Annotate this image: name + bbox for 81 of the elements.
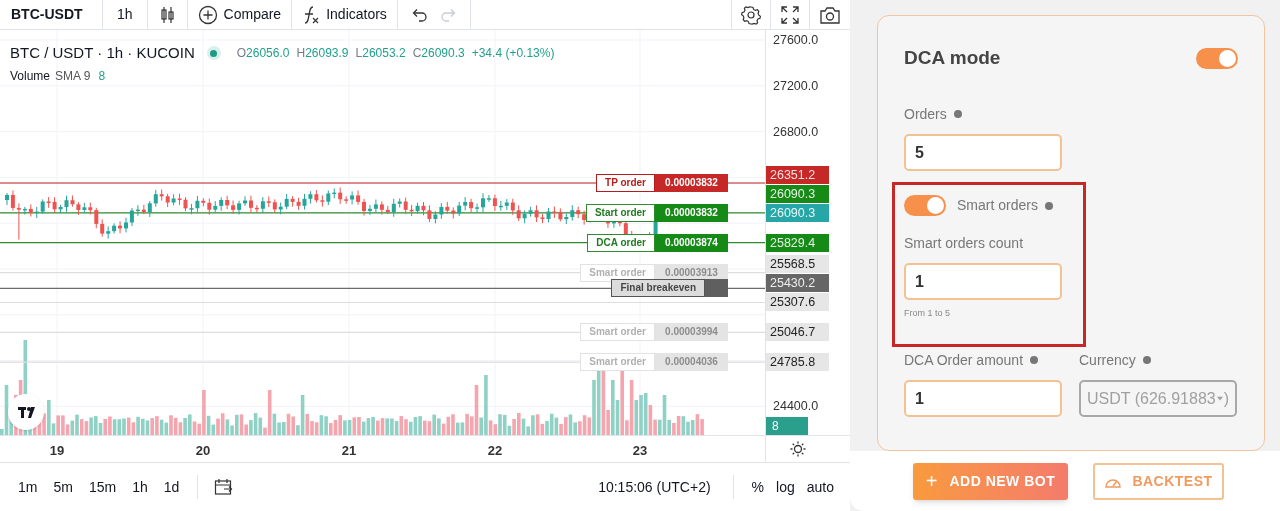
volume-tag: 8	[766, 417, 808, 435]
order-price-tag: 26090.3	[766, 184, 829, 203]
price-tick: 27200.0	[773, 77, 819, 94]
ohlc-value: O26056.0	[236, 45, 290, 63]
indicator-name: Volume	[10, 68, 51, 85]
scale-option-button[interactable]: %	[745, 472, 771, 502]
price-tick: 24400.0	[773, 398, 819, 415]
indicator-params: SMA 9	[55, 68, 91, 85]
order-label: Smart order	[580, 353, 655, 372]
order-price-tag: 25307.6	[766, 293, 829, 312]
time-label: 23	[632, 442, 648, 460]
input-field[interactable]: 1	[904, 263, 1062, 300]
scale-option-button[interactable]: auto	[800, 472, 840, 502]
chart-title: BTC / USDT · 1h · KUCOIN	[10, 43, 195, 63]
field-label: Smart orders count	[904, 233, 1024, 253]
candles-icon	[159, 4, 175, 25]
interval-button[interactable]: 1d	[155, 472, 188, 502]
compare-button[interactable]: Compare	[187, 0, 292, 30]
time-label: 21	[341, 442, 357, 460]
order-price-tag: 25568.5	[766, 255, 829, 274]
settings-icon[interactable]	[741, 4, 761, 25]
plus-circle-icon	[197, 4, 218, 25]
order-price-tag: 25046.7	[766, 323, 829, 342]
price-change: +34.4 (+0.13%)	[471, 45, 555, 63]
go-to-date-icon[interactable]	[214, 478, 235, 496]
order-price-tag: 26351.2	[766, 165, 829, 184]
ohlc-value: H26093.9	[296, 45, 349, 63]
order-amount: 0.00003832	[655, 203, 728, 222]
brightness-icon[interactable]	[790, 441, 806, 457]
breakeven-label: Final breakeven	[611, 279, 705, 298]
toggle-switch[interactable]	[904, 195, 946, 216]
order-price-tag: 24785.8	[766, 353, 829, 372]
interval-button[interactable]: 1m	[10, 472, 46, 502]
symbol-button[interactable]: BTC-USDT	[0, 0, 102, 30]
camera-icon[interactable]	[819, 4, 841, 25]
market-status-icon	[206, 46, 221, 61]
time-label: 20	[195, 442, 211, 460]
interval-button[interactable]: 1h	[103, 0, 147, 30]
input-field[interactable]: 1	[904, 380, 1062, 417]
section-title: DCA mode	[904, 45, 1001, 70]
dropdown-caret-icon	[1216, 396, 1223, 401]
time-label: 19	[49, 442, 65, 460]
price-tick: 26800.0	[773, 123, 819, 140]
logo-icon	[16, 405, 36, 419]
order-amount: 0.00003874	[655, 233, 728, 252]
scale-option-button[interactable]: log	[770, 472, 801, 502]
hint-text: From 1 to 5	[904, 307, 951, 320]
order-label: Smart order	[580, 263, 655, 282]
time-label: 22	[487, 442, 503, 460]
function-icon	[302, 4, 321, 25]
input-field[interactable]: 5	[904, 134, 1062, 171]
ohlc-value: L26053.2	[355, 45, 406, 63]
fullscreen-icon[interactable]	[780, 4, 800, 25]
info-icon[interactable]	[953, 110, 962, 118]
clock-text: 10:15:06 (UTC+2)	[598, 477, 711, 497]
ohlc-value: C26090.3	[412, 45, 465, 63]
order-price-tag: 25829.4	[766, 233, 829, 252]
indicator-value: 8	[98, 68, 106, 85]
order-amount: 0.00003994	[655, 323, 728, 342]
order-label: Smart order	[580, 323, 655, 342]
interval-button[interactable]: 15m	[80, 472, 125, 502]
info-icon[interactable]	[1142, 356, 1151, 364]
order-label: Start order	[585, 203, 655, 222]
indicators-button[interactable]: Indicators	[292, 0, 397, 30]
last-price-tag: 26090.3	[766, 203, 829, 222]
toggle-switch[interactable]	[1196, 47, 1238, 69]
order-label: TP order	[596, 174, 655, 192]
price-tick: 27600.0	[773, 32, 819, 48]
field-label: Smart orders	[957, 196, 1038, 215]
interval-button[interactable]: 5m	[45, 472, 81, 502]
info-icon[interactable]	[1044, 201, 1053, 210]
order-price-tag: 25430.2	[766, 274, 829, 293]
info-icon[interactable]	[1030, 356, 1039, 364]
field-label: Currency	[1079, 350, 1136, 370]
breakeven-marker	[705, 279, 728, 298]
order-amount: 0.00004036	[655, 353, 728, 372]
order-amount: 0.00003832	[655, 174, 728, 192]
order-label: DCA order	[587, 233, 655, 252]
field-label: Orders	[904, 104, 947, 124]
interval-button[interactable]: 1h	[124, 472, 156, 502]
field-label: DCA Order amount	[904, 350, 1024, 370]
